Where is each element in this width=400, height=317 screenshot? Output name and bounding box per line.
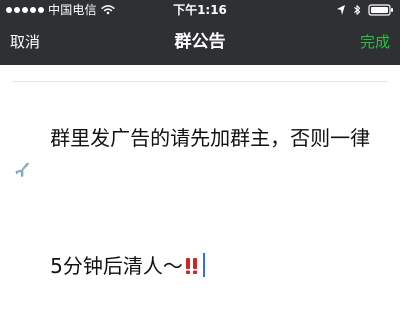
group-notice-screen: 中国电信 下午1:16 取消 群公告 完成 群里发广告的请先加群主，否则一律 5… [0, 0, 400, 317]
top-bar: 中国电信 下午1:16 取消 群公告 完成 [0, 0, 400, 65]
notice-text[interactable]: 群里发广告的请先加群主，否则一律 5分钟后清人～ [12, 90, 388, 314]
content-divider [12, 81, 388, 82]
bluetooth-icon [354, 5, 361, 15]
battery-icon [368, 4, 393, 16]
location-icon [337, 5, 345, 15]
status-bar: 中国电信 下午1:16 [0, 0, 400, 20]
notice-editor[interactable]: 群里发广告的请先加群主，否则一律 5分钟后清人～ [12, 90, 388, 278]
status-right [336, 0, 394, 20]
notice-line-1: 群里发广告的请先加群主，否则一律 [50, 126, 371, 150]
notice-line-2: 5分钟后清人～ [50, 254, 183, 278]
done-button[interactable]: 完成 [360, 20, 390, 65]
text-caret [202, 253, 205, 277]
double-exclamation-icon [185, 258, 197, 274]
navigation-bar: 取消 群公告 完成 [0, 20, 400, 65]
airplane-icon [15, 162, 29, 178]
page-title: 群公告 [174, 32, 226, 52]
